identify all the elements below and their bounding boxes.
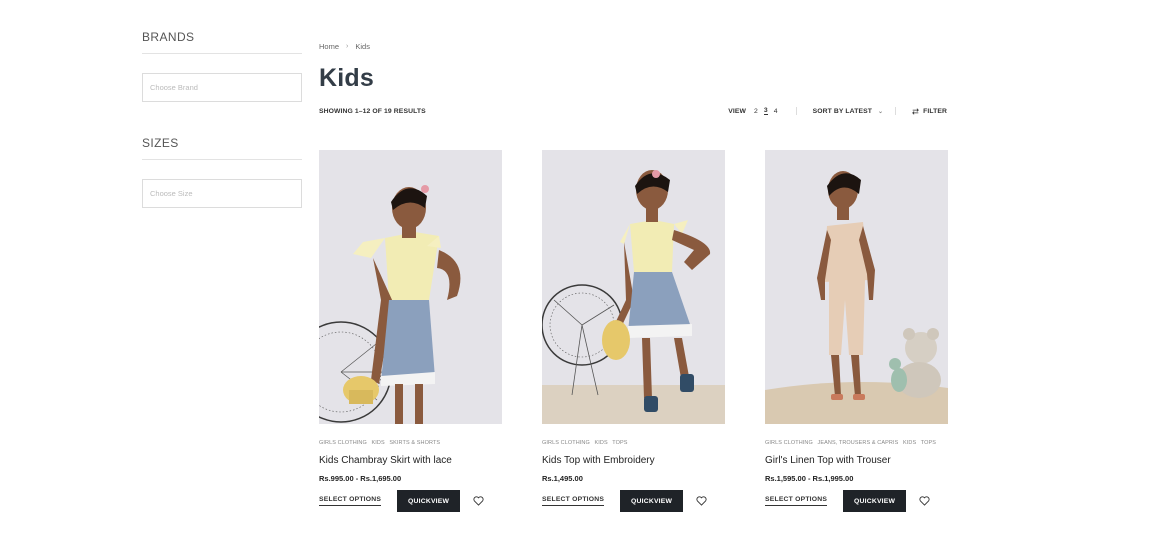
product-image[interactable] — [765, 150, 948, 424]
category-link[interactable]: KIDS — [372, 440, 385, 446]
shop-toolbar: SHOWING 1–12 OF 19 RESULTS VIEW 2 3 4 SO… — [319, 105, 947, 117]
product-image[interactable] — [542, 150, 725, 424]
category-link[interactable]: GIRLS CLOTHING — [319, 440, 367, 446]
product-card: GIRLS CLOTHING KIDS SKIRTS & SHORTS Kids… — [319, 150, 502, 512]
product-card: GIRLS CLOTHING JEANS, TROUSERS & CAPRIS … — [765, 150, 948, 512]
category-link[interactable]: GIRLS CLOTHING — [542, 440, 590, 446]
product-title[interactable]: Kids Top with Embroidery — [542, 455, 725, 466]
product-actions: SELECT OPTIONS QUICKVIEW — [542, 490, 725, 512]
wishlist-heart-icon[interactable] — [473, 496, 484, 506]
view-label: VIEW — [728, 107, 746, 115]
view-option-4[interactable]: 4 — [774, 108, 778, 115]
toolbar-divider — [795, 107, 797, 115]
product-categories: GIRLS CLOTHING JEANS, TROUSERS & CAPRIS … — [765, 440, 948, 446]
product-categories: GIRLS CLOTHING KIDS SKIRTS & SHORTS — [319, 440, 502, 446]
product-actions: SELECT OPTIONS QUICKVIEW — [319, 490, 502, 512]
brands-title: BRANDS — [142, 30, 302, 54]
select-options-button[interactable]: SELECT OPTIONS — [542, 496, 605, 506]
page-title: Kids — [319, 64, 374, 92]
category-link[interactable]: KIDS — [595, 440, 608, 446]
category-link[interactable]: TOPS — [612, 440, 627, 446]
filter-sidebar: BRANDS SIZES — [142, 30, 302, 208]
wishlist-heart-icon[interactable] — [696, 496, 707, 506]
quickview-button[interactable]: QUICKVIEW — [843, 490, 907, 512]
category-link[interactable]: SKIRTS & SHORTS — [389, 440, 440, 446]
toolbar-controls: VIEW 2 3 4 SORT BY LATEST ⌄ FILTER — [728, 107, 947, 115]
filter-label: FILTER — [923, 107, 947, 115]
main-content: Home › Kids Kids SHOWING 1–12 OF 19 RESU… — [319, 40, 947, 117]
quickview-button[interactable]: QUICKVIEW — [397, 490, 461, 512]
category-link[interactable]: KIDS — [903, 440, 916, 446]
sizes-filter: SIZES — [142, 136, 302, 208]
product-price: Rs.1,495.00 — [542, 474, 583, 483]
results-count: SHOWING 1–12 OF 19 RESULTS — [319, 107, 426, 115]
product-title[interactable]: Girl's Linen Top with Trouser — [765, 455, 948, 466]
quickview-button[interactable]: QUICKVIEW — [620, 490, 684, 512]
product-actions: SELECT OPTIONS QUICKVIEW — [765, 490, 948, 512]
product-grid: GIRLS CLOTHING KIDS SKIRTS & SHORTS Kids… — [319, 150, 948, 512]
chevron-down-icon: ⌄ — [877, 108, 884, 115]
product-categories: GIRLS CLOTHING KIDS TOPS — [542, 440, 725, 446]
product-image[interactable] — [319, 150, 502, 424]
select-options-button[interactable]: SELECT OPTIONS — [319, 496, 382, 506]
filter-icon — [912, 107, 919, 115]
product-price: Rs.995.00 - Rs.1,695.00 — [319, 474, 402, 483]
breadcrumb-current: Kids — [355, 41, 370, 51]
view-option-2[interactable]: 2 — [754, 108, 758, 115]
breadcrumb-separator: › — [346, 42, 349, 50]
wishlist-heart-icon[interactable] — [919, 496, 930, 506]
breadcrumb-home[interactable]: Home — [319, 42, 339, 51]
filter-button[interactable]: FILTER — [912, 108, 947, 115]
product-title[interactable]: Kids Chambray Skirt with lace — [319, 455, 502, 466]
select-options-button[interactable]: SELECT OPTIONS — [765, 496, 828, 506]
product-card: GIRLS CLOTHING KIDS TOPS Kids Top with E… — [542, 150, 725, 512]
brand-select[interactable] — [142, 73, 302, 102]
category-link[interactable]: JEANS, TROUSERS & CAPRIS — [818, 440, 899, 446]
toolbar-divider — [895, 107, 897, 115]
sort-label: SORT BY LATEST — [812, 107, 872, 115]
view-option-3[interactable]: 3 — [763, 107, 768, 115]
sort-dropdown[interactable]: SORT BY LATEST ⌄ — [813, 108, 883, 115]
breadcrumb: Home › Kids — [319, 40, 947, 52]
category-link[interactable]: GIRLS CLOTHING — [765, 440, 813, 446]
category-link[interactable]: TOPS — [921, 440, 936, 446]
product-price: Rs.1,595.00 - Rs.1,995.00 — [765, 474, 854, 483]
sizes-title: SIZES — [142, 136, 302, 160]
size-select[interactable] — [142, 179, 302, 208]
brands-filter: BRANDS — [142, 30, 302, 102]
